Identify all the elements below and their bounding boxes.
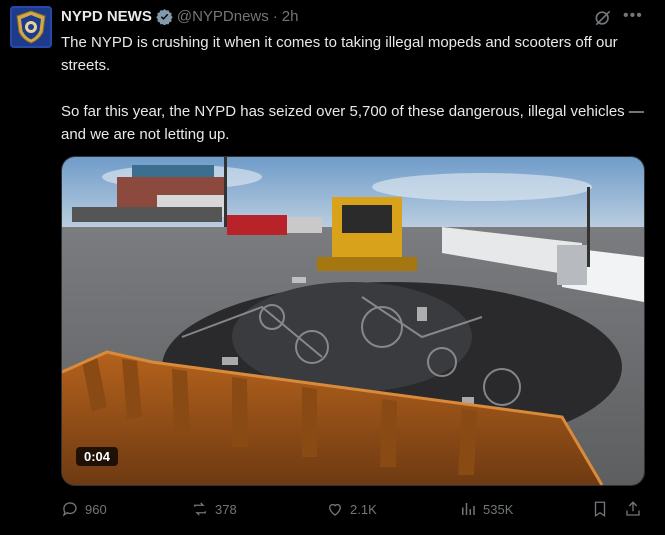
more-icon[interactable]: ••• bbox=[623, 8, 643, 28]
bookmark-button[interactable] bbox=[591, 500, 609, 518]
tweet-text: The NYPD is crushing it when it comes to… bbox=[61, 31, 651, 146]
verified-badge-icon bbox=[156, 8, 173, 25]
tweet-paragraph: The NYPD is crushing it when it comes to… bbox=[61, 34, 618, 74]
like-button[interactable]: 2.1K bbox=[326, 500, 377, 518]
author-handle[interactable]: @NYPDnews bbox=[177, 8, 269, 25]
repost-icon bbox=[194, 502, 206, 516]
video-thumbnail bbox=[62, 157, 644, 485]
video-player[interactable]: 0:04 bbox=[61, 156, 645, 486]
tweet-header: NYPD NEWS @NYPDnews · 2h bbox=[61, 6, 298, 26]
repost-count: 378 bbox=[215, 501, 237, 517]
views-chart-icon bbox=[462, 503, 475, 515]
tweet-actions: 960 378 2.1K 535K bbox=[61, 500, 646, 522]
share-icon bbox=[626, 501, 640, 516]
bookmark-icon bbox=[594, 501, 606, 518]
share-button[interactable] bbox=[624, 500, 642, 518]
heart-icon bbox=[329, 503, 341, 516]
tweet-paragraph: So far this year, the NYPD has seized ov… bbox=[61, 103, 644, 143]
video-timestamp: 0:04 bbox=[76, 447, 119, 466]
reply-icon bbox=[62, 502, 77, 517]
tweet-time[interactable]: 2h bbox=[282, 8, 299, 25]
avatar[interactable] bbox=[10, 6, 52, 48]
repost-button[interactable]: 378 bbox=[191, 500, 237, 518]
grok-icon[interactable] bbox=[593, 8, 613, 28]
author-name[interactable]: NYPD NEWS bbox=[61, 8, 152, 25]
reply-count: 960 bbox=[85, 501, 107, 517]
like-count: 2.1K bbox=[350, 501, 377, 517]
nypd-shield-icon bbox=[16, 10, 46, 44]
views-count: 535K bbox=[483, 501, 514, 517]
header-separator: · bbox=[272, 7, 278, 25]
views-button[interactable]: 535K bbox=[459, 500, 513, 518]
reply-button[interactable]: 960 bbox=[61, 500, 107, 518]
